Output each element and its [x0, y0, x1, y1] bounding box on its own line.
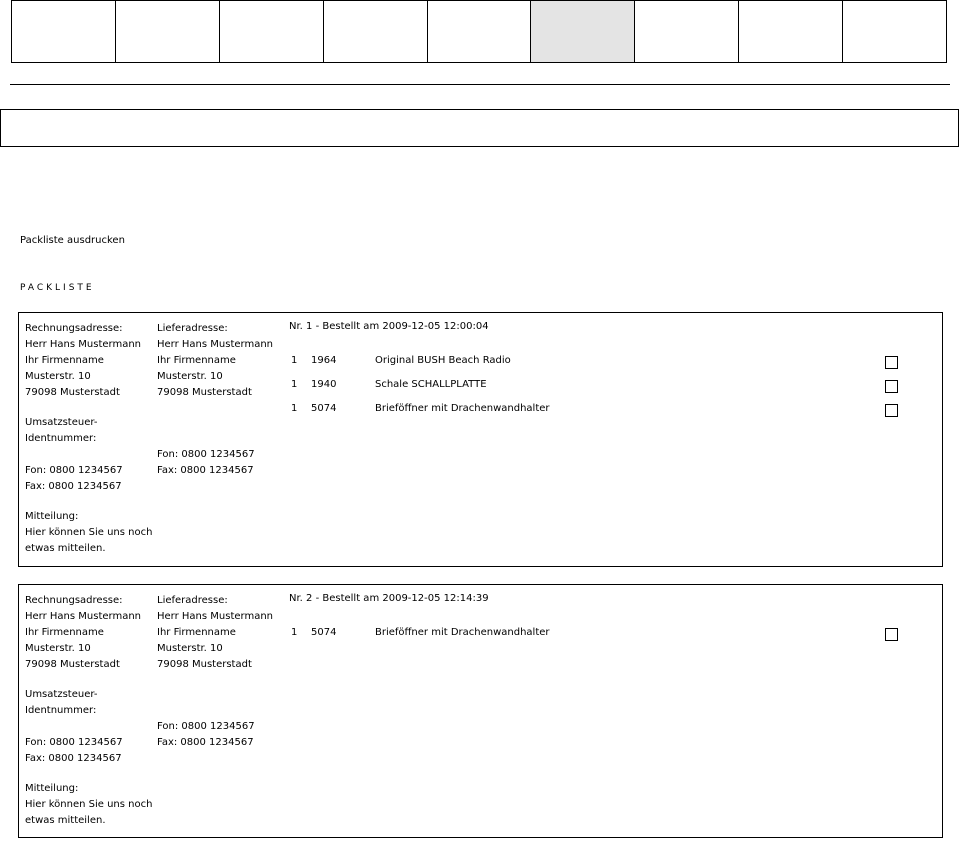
billing-name: Herr Hans Mustermann [25, 339, 142, 350]
packed-checkbox[interactable] [885, 356, 898, 369]
item-qty: 1 [291, 403, 298, 414]
list-item: 1 1964 Original BUSH Beach Radio [291, 355, 911, 371]
nav-tab-3[interactable] [218, 1, 323, 62]
page-title: PACKLISTE [20, 283, 95, 293]
shipping-company: Ihr Firmenname [157, 627, 236, 638]
billing-company: Ihr Firmenname [25, 355, 104, 366]
order-header: Nr. 1 - Bestellt am 2009-12-05 12:00:04 [289, 321, 489, 332]
item-name: Original BUSH Beach Radio [375, 355, 511, 366]
billing-city: 79098 Musterstadt [25, 659, 120, 670]
item-artnr: 5074 [311, 627, 337, 638]
nav-tab-8[interactable] [738, 1, 842, 62]
order-header: Nr. 2 - Bestellt am 2009-12-05 12:14:39 [289, 593, 489, 604]
message-title: Mitteilung: [25, 783, 79, 794]
vat-label: Umsatzsteuer- [25, 417, 98, 428]
item-qty: 1 [291, 355, 298, 366]
shipping-city: 79098 Musterstadt [157, 387, 252, 398]
billing-title: Rechnungsadresse: [25, 323, 123, 334]
shipping-city: 79098 Musterstadt [157, 659, 252, 670]
message-text-2: etwas mitteilen. [25, 543, 106, 554]
message-text-2: etwas mitteilen. [25, 815, 106, 826]
billing-title: Rechnungsadresse: [25, 595, 123, 606]
divider [10, 84, 950, 85]
item-qty: 1 [291, 627, 298, 638]
shipping-company: Ihr Firmenname [157, 355, 236, 366]
billing-fax: Fax: 0800 1234567 [25, 753, 122, 764]
sub-navigation-bar [0, 109, 959, 147]
shipping-street: Musterstr. 10 [157, 371, 223, 382]
billing-street: Musterstr. 10 [25, 371, 91, 382]
item-artnr: 1964 [311, 355, 337, 366]
list-item: 1 5074 Brieföffner mit Drachenwandhalter [291, 627, 911, 643]
list-item: 1 1940 Schale SCHALLPLATTE [291, 379, 911, 395]
vat-label: Umsatzsteuer- [25, 689, 98, 700]
shipping-phone: Fon: 0800 1234567 [157, 721, 255, 732]
shipping-phone: Fon: 0800 1234567 [157, 449, 255, 460]
billing-name: Herr Hans Mustermann [25, 611, 142, 622]
order-card: Rechnungsadresse: Herr Hans Mustermann I… [18, 312, 943, 567]
billing-phone: Fon: 0800 1234567 [25, 465, 123, 476]
billing-city: 79098 Musterstadt [25, 387, 120, 398]
billing-address: Rechnungsadresse: Herr Hans Mustermann I… [25, 593, 152, 829]
shipping-name: Herr Hans Mustermann [157, 611, 274, 622]
nav-tab-1[interactable] [12, 1, 115, 62]
billing-company: Ihr Firmenname [25, 627, 104, 638]
item-name: Brieföffner mit Drachenwandhalter [375, 627, 550, 638]
message-text: Hier können Sie uns noch [25, 527, 153, 538]
packed-checkbox[interactable] [885, 628, 898, 641]
print-packlist-link[interactable]: Packliste ausdrucken [20, 235, 125, 246]
nav-tab-9[interactable] [842, 1, 946, 62]
nav-tab-4[interactable] [322, 1, 427, 62]
billing-phone: Fon: 0800 1234567 [25, 737, 123, 748]
item-name: Schale SCHALLPLATTE [375, 379, 487, 390]
top-navigation [11, 0, 947, 63]
shipping-title: Lieferadresse: [157, 323, 228, 334]
item-artnr: 1940 [311, 379, 337, 390]
shipping-title: Lieferadresse: [157, 595, 228, 606]
shipping-fax: Fax: 0800 1234567 [157, 465, 254, 476]
item-artnr: 5074 [311, 403, 337, 414]
item-qty: 1 [291, 379, 298, 390]
nav-tab-6-active[interactable] [530, 1, 635, 62]
shipping-name: Herr Hans Mustermann [157, 339, 274, 350]
packed-checkbox[interactable] [885, 404, 898, 417]
item-name: Brieföffner mit Drachenwandhalter [375, 403, 550, 414]
shipping-address: Lieferadresse: Herr Hans Mustermann Ihr … [157, 593, 273, 751]
shipping-address: Lieferadresse: Herr Hans Mustermann Ihr … [157, 321, 273, 479]
vat-label-2: Identnummer: [25, 433, 97, 444]
nav-tab-2[interactable] [114, 1, 219, 62]
list-item: 1 5074 Brieföffner mit Drachenwandhalter [291, 403, 911, 419]
shipping-street: Musterstr. 10 [157, 643, 223, 654]
billing-address: Rechnungsadresse: Herr Hans Mustermann I… [25, 321, 152, 557]
billing-street: Musterstr. 10 [25, 643, 91, 654]
message-text: Hier können Sie uns noch [25, 799, 153, 810]
packed-checkbox[interactable] [885, 380, 898, 393]
order-card: Rechnungsadresse: Herr Hans Mustermann I… [18, 584, 943, 838]
message-title: Mitteilung: [25, 511, 79, 522]
vat-label-2: Identnummer: [25, 705, 97, 716]
shipping-fax: Fax: 0800 1234567 [157, 737, 254, 748]
nav-tab-5[interactable] [426, 1, 531, 62]
nav-tab-7[interactable] [634, 1, 738, 62]
billing-fax: Fax: 0800 1234567 [25, 481, 122, 492]
